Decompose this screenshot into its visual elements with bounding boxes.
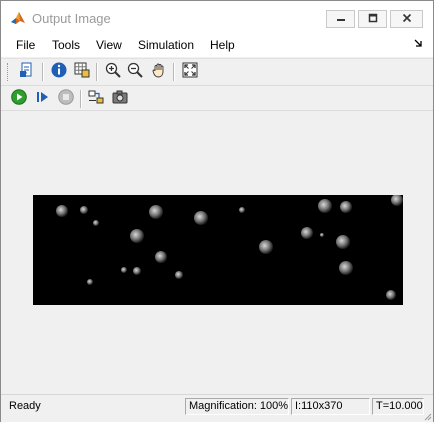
fit-to-window-button[interactable] [181, 62, 199, 80]
menu-help[interactable]: Help [210, 38, 235, 52]
output-image[interactable] [33, 194, 403, 305]
stop-button[interactable] [57, 88, 75, 108]
highlight-block-button[interactable] [87, 89, 105, 107]
title-bar[interactable]: Output Image [1, 1, 433, 34]
run-button[interactable] [10, 88, 28, 108]
stop-icon [58, 88, 74, 108]
zoom-in-icon [105, 62, 121, 81]
close-button[interactable] [390, 10, 423, 28]
minimize-icon [336, 12, 346, 26]
snapshot-button[interactable] [111, 89, 129, 107]
zoom-in-button[interactable] [104, 62, 122, 80]
menu-view[interactable]: View [96, 38, 122, 52]
print-icon [19, 62, 35, 81]
info-icon [51, 62, 67, 81]
pixel-region-icon [74, 62, 90, 81]
figure-window: Output Image File Tools View Simulation … [0, 0, 434, 422]
status-ready-text: Ready [9, 400, 41, 412]
toolbar-separator [96, 63, 98, 81]
snapshot-camera-icon [112, 89, 128, 108]
magnification-readout: Magnification: 100% [185, 398, 289, 415]
menu-tools[interactable]: Tools [52, 38, 80, 52]
simulation-toolbar [1, 85, 433, 111]
run-icon [11, 88, 27, 108]
window-title: Output Image [32, 11, 111, 26]
image-toolbar [1, 58, 433, 85]
image-info-button[interactable] [50, 62, 68, 80]
status-bar: Ready Magnification: 100% I:110x370 T=10… [1, 394, 433, 422]
zoom-out-button[interactable] [126, 62, 144, 80]
toolbar-separator [42, 63, 44, 81]
menu-simulation[interactable]: Simulation [138, 38, 194, 52]
pan-hand-icon [151, 62, 167, 81]
toolbar-separator [80, 90, 82, 108]
toolbar-grip[interactable] [7, 63, 11, 81]
maximize-button[interactable] [358, 10, 387, 28]
pixel-region-button[interactable] [73, 62, 91, 80]
highlight-block-icon [88, 89, 104, 108]
step-forward-icon [35, 89, 51, 108]
fit-to-window-icon [182, 62, 198, 81]
pan-button[interactable] [150, 62, 168, 80]
zoom-out-icon [127, 62, 143, 81]
simulation-time-readout: T=10.000 [372, 398, 424, 415]
step-forward-button[interactable] [34, 89, 52, 107]
menu-bar: File Tools View Simulation Help [1, 34, 433, 57]
menu-file[interactable]: File [16, 38, 35, 52]
close-icon [402, 12, 412, 26]
toolbar-separator [173, 63, 175, 81]
dock-arrow-icon[interactable] [414, 39, 422, 50]
minimize-button[interactable] [326, 10, 355, 28]
maximize-icon [368, 12, 378, 26]
matlab-logo-icon [10, 10, 26, 26]
image-size-readout: I:110x370 [291, 398, 370, 415]
print-button[interactable] [18, 62, 36, 80]
